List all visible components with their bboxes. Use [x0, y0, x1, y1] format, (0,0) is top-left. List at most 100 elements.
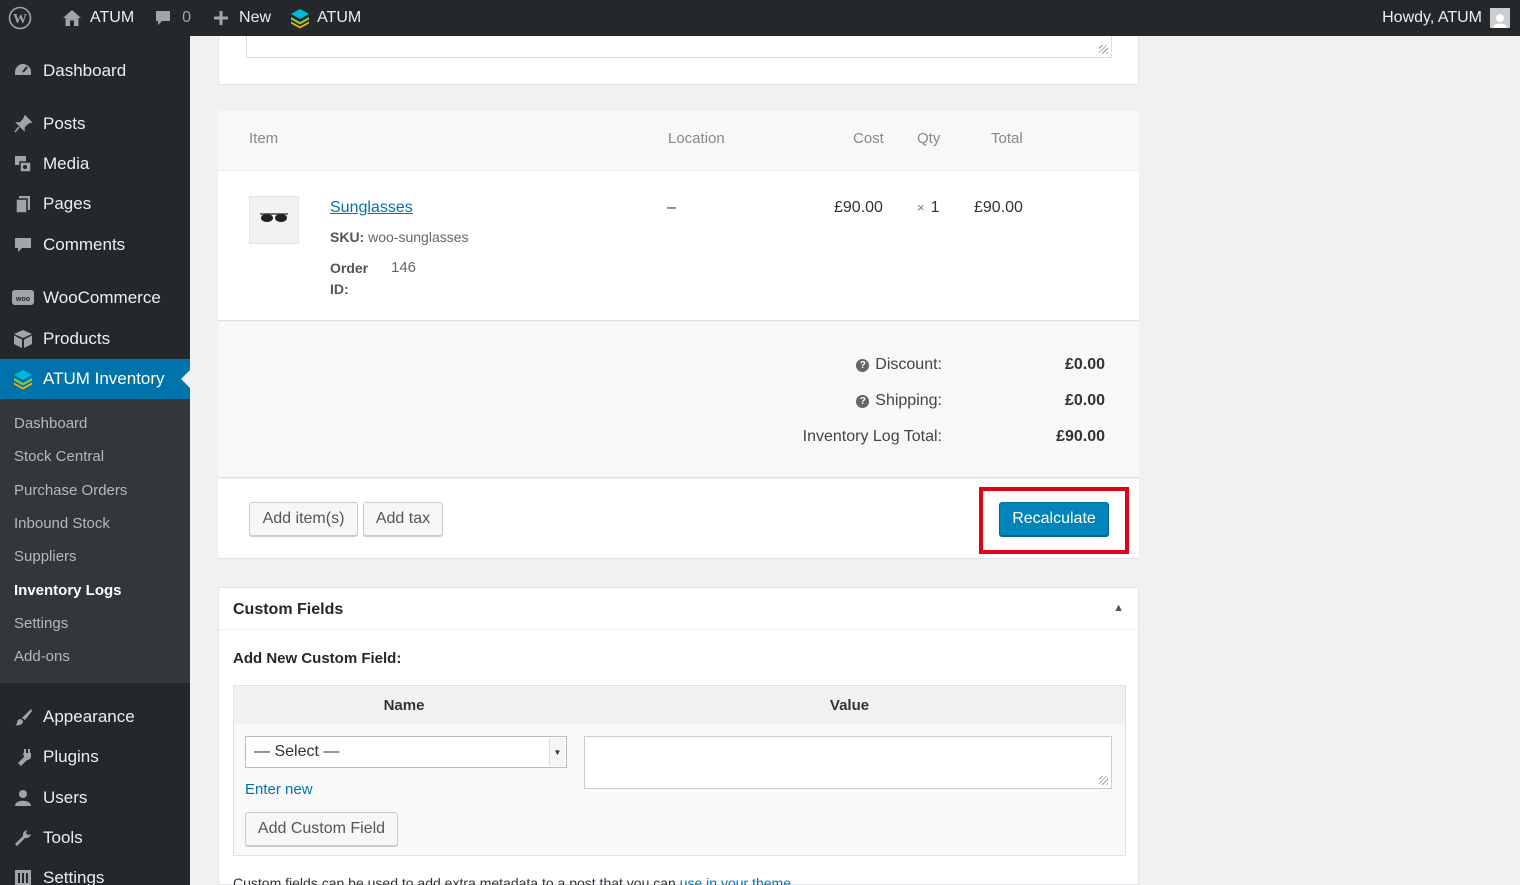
- add-custom-field-button[interactable]: Add Custom Field: [245, 812, 398, 846]
- enter-new-link[interactable]: Enter new: [245, 781, 313, 798]
- log-total-value: £90.00: [1056, 428, 1105, 445]
- sunglasses-icon: [259, 211, 289, 229]
- home-icon: [62, 9, 82, 27]
- sidebar-item-label: Pages: [43, 194, 92, 213]
- sidebar-item-comments[interactable]: Comments: [0, 225, 190, 265]
- sidebar-item-dashboard[interactable]: Dashboard: [0, 51, 190, 91]
- custom-field-form: Name Value — Select — ▼ Enter new Add Cu…: [233, 685, 1126, 856]
- resize-handle-icon[interactable]: [1099, 776, 1108, 785]
- dropdown-arrow-icon: ▼: [549, 738, 565, 766]
- comments-link[interactable]: 0: [146, 0, 199, 36]
- submenu-item-settings[interactable]: Settings: [14, 612, 68, 636]
- settings-icon: [0, 868, 43, 885]
- plug-icon: [0, 747, 43, 767]
- sidebar-item-woocommerce[interactable]: woo WooCommerce: [0, 278, 190, 318]
- sidebar-item-label: Appearance: [43, 707, 135, 726]
- column-header-total: Total: [991, 130, 1023, 147]
- atum-admin-link[interactable]: ATUM: [281, 0, 369, 36]
- totals-section: ? Discount: £0.00 ? Shipping: £0.00 Inve…: [218, 322, 1139, 478]
- greeting: Howdy, ATUM: [1382, 9, 1482, 26]
- qty-value: 1: [930, 199, 940, 216]
- sidebar-item-label: Plugins: [43, 747, 99, 766]
- custom-fields-note: Custom fields can be used to add extra m…: [233, 875, 791, 885]
- submenu-item-inventory-logs[interactable]: Inventory Logs: [14, 579, 122, 603]
- custom-field-value-input[interactable]: [584, 736, 1112, 789]
- wrench-icon: [0, 828, 43, 848]
- user-icon: [0, 788, 43, 808]
- resize-handle-icon[interactable]: [1099, 45, 1108, 54]
- my-account-link[interactable]: Howdy, ATUM: [1374, 0, 1520, 36]
- sidebar-item-tools[interactable]: Tools: [0, 818, 190, 858]
- item-total: £90.00: [974, 199, 1023, 216]
- sidebar-item-pages[interactable]: Pages: [0, 184, 190, 224]
- sidebar-item-plugins[interactable]: Plugins: [0, 737, 190, 777]
- sidebar-item-label: Media: [43, 154, 90, 173]
- sidebar-item-label: Comments: [43, 235, 126, 254]
- order-id-value: 146: [391, 259, 417, 276]
- discount-label: ? Discount:: [856, 356, 942, 374]
- avatar: [1490, 8, 1510, 28]
- theme-docs-link[interactable]: use in your theme: [680, 875, 791, 885]
- plus-icon: [213, 10, 229, 26]
- qty-prefix: ×: [917, 200, 925, 215]
- custom-field-name-select[interactable]: — Select — ▼: [245, 736, 567, 768]
- submenu-item-dashboard[interactable]: Dashboard: [14, 412, 87, 436]
- svg-text:W: W: [13, 12, 27, 27]
- sidebar-item-label: Posts: [43, 114, 86, 133]
- submenu-item-suppliers[interactable]: Suppliers: [14, 545, 77, 569]
- order-id-label-line1: Order: [330, 260, 369, 276]
- help-icon[interactable]: ?: [856, 394, 870, 408]
- sidebar-item-posts[interactable]: Posts: [0, 104, 190, 144]
- custom-fields-title: Custom Fields: [233, 601, 344, 618]
- sidebar-item-label: ATUM Inventory: [43, 369, 165, 388]
- media-icon: [0, 154, 43, 174]
- divider: [219, 629, 1138, 630]
- sidebar-item-atum-inventory[interactable]: ATUM Inventory: [0, 359, 190, 399]
- sidebar-item-users[interactable]: Users: [0, 778, 190, 818]
- new-content-link[interactable]: New: [205, 0, 279, 36]
- add-tax-button[interactable]: Add tax: [363, 502, 443, 536]
- comment-icon: [0, 235, 43, 255]
- sidebar-item-media[interactable]: Media: [0, 144, 190, 184]
- notes-textarea[interactable]: [246, 36, 1112, 58]
- admin-sidebar: Dashboard Posts Media Pages Comments woo…: [0, 36, 190, 885]
- atum-logo-icon: [289, 7, 311, 29]
- column-header-qty: Qty: [917, 130, 941, 147]
- sidebar-item-label: WooCommerce: [43, 288, 161, 307]
- value-column-header: Value: [574, 686, 1125, 724]
- item-location: –: [667, 199, 676, 216]
- sku-label: SKU:: [330, 229, 365, 245]
- atum-submenu: Dashboard Stock Central Purchase Orders …: [0, 399, 190, 683]
- site-name-link[interactable]: ATUM: [54, 0, 142, 36]
- table-row: Sunglasses SKU: woo-sunglasses Order ID:…: [218, 171, 1139, 321]
- pushpin-icon: [0, 114, 43, 134]
- add-items-button[interactable]: Add item(s): [249, 502, 358, 536]
- submenu-item-stock-central[interactable]: Stock Central: [14, 445, 104, 469]
- submenu-item-purchase-orders[interactable]: Purchase Orders: [14, 479, 127, 503]
- help-icon[interactable]: ?: [856, 358, 870, 372]
- product-link[interactable]: Sunglasses: [330, 199, 413, 217]
- wordpress-logo-icon[interactable]: W: [0, 0, 40, 36]
- submenu-item-add-ons[interactable]: Add-ons: [14, 645, 70, 669]
- comment-icon: [154, 9, 172, 27]
- discount-value: £0.00: [1064, 356, 1105, 373]
- comments-count: 0: [182, 9, 192, 26]
- sidebar-item-appearance[interactable]: Appearance: [0, 697, 190, 737]
- svg-text:woo: woo: [15, 296, 30, 303]
- sidebar-item-products[interactable]: Products: [0, 319, 190, 359]
- sidebar-item-label: Dashboard: [43, 61, 127, 80]
- submenu-item-inbound-stock[interactable]: Inbound Stock: [14, 512, 110, 536]
- log-total-label: Inventory Log Total:: [802, 428, 942, 445]
- items-table-header: Item Location Cost Qty Total: [218, 111, 1139, 171]
- site-name: ATUM: [90, 9, 135, 26]
- item-cost: £90.00: [834, 199, 883, 216]
- sidebar-item-label: Users: [43, 788, 88, 807]
- shipping-value: £0.00: [1064, 392, 1105, 409]
- order-id-label: Order ID:: [330, 258, 368, 300]
- sidebar-item-label: Settings: [43, 868, 105, 885]
- sku-line: SKU: woo-sunglasses: [330, 229, 469, 245]
- sidebar-item-settings[interactable]: Settings: [0, 858, 190, 885]
- dashboard-icon: [0, 61, 43, 81]
- sku-value: woo-sunglasses: [368, 229, 469, 245]
- collapse-toggle-icon[interactable]: ▲: [1113, 602, 1124, 614]
